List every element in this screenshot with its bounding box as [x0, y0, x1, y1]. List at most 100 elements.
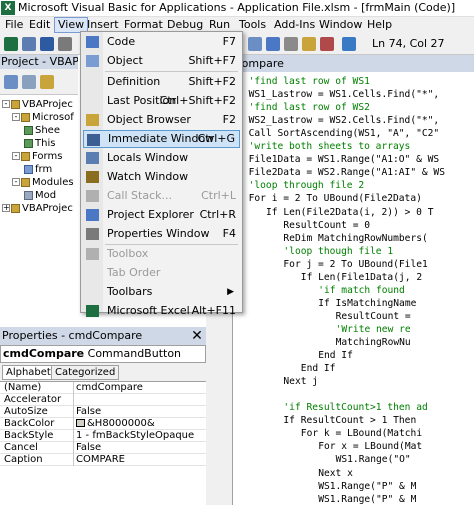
- code-line[interactable]: End If: [301, 363, 336, 376]
- code-comment-line[interactable]: 'Write new re: [336, 324, 411, 337]
- procedure-dropdown[interactable]: Compare: [232, 55, 474, 72]
- tree-node[interactable]: Shee: [24, 124, 60, 137]
- code-line[interactable]: ResultCount = 0: [283, 220, 370, 233]
- code-line[interactable]: WS1_Lastrow = WS1.Cells.Find("*",: [249, 89, 445, 102]
- menu-window[interactable]: Window: [316, 17, 365, 33]
- menu-item-object[interactable]: Object Shift+F7: [83, 52, 240, 70]
- property-row[interactable]: (Name) cmdCompare: [0, 382, 206, 394]
- tree-node[interactable]: + VBAProjec: [2, 202, 73, 215]
- code-line[interactable]: If ResultCount > 1 Then: [283, 415, 416, 428]
- code-line[interactable]: Next x: [318, 468, 353, 481]
- collapse-icon[interactable]: -: [12, 113, 20, 121]
- menu-file[interactable]: File: [2, 17, 26, 33]
- tree-node[interactable]: - Microsof: [12, 111, 74, 124]
- code-line[interactable]: File2Data = WS2.Range("A1:AI" & WS: [249, 167, 445, 180]
- menu-item-immediate-window[interactable]: Immediate Window Ctrl+G: [83, 130, 240, 148]
- design-mode-icon[interactable]: [248, 37, 262, 51]
- tree-node[interactable]: - Modules: [12, 176, 74, 189]
- code-line[interactable]: Call SortAscending(WS1, "A", "C2": [249, 128, 440, 141]
- code-comment-line[interactable]: 'if match found: [318, 285, 405, 298]
- menu-item-project-explorer[interactable]: Project Explorer Ctrl+R: [83, 206, 240, 224]
- code-editor[interactable]: 'find last row of WS1 WS1_Lastrow = WS1.C…: [232, 72, 474, 505]
- property-row[interactable]: BackColor &H8000000&: [0, 418, 206, 430]
- vba-project-icon: [11, 203, 20, 213]
- folder-icon: [21, 112, 30, 122]
- code-line[interactable]: WS1.Range("P" & M: [318, 481, 416, 494]
- menu-item-properties-window[interactable]: Properties Window F4: [83, 225, 240, 243]
- code-line[interactable]: If IsMatchingName: [318, 298, 416, 311]
- code-line[interactable]: WS2_Lastrow = WS2.Cells.Find("*",: [249, 115, 445, 128]
- code-line[interactable]: WS1.Range("O": [336, 454, 411, 467]
- property-row[interactable]: Accelerator: [0, 394, 206, 406]
- menu-separator: [105, 244, 238, 245]
- save-icon[interactable]: [40, 37, 54, 51]
- excel-view-icon[interactable]: [4, 37, 18, 51]
- properties-tool-icon[interactable]: [284, 37, 298, 51]
- menu-item-locals-window[interactable]: Locals Window: [83, 149, 240, 167]
- code-line[interactable]: If Len(File2Data(i, 2)) > 0 T: [266, 207, 434, 220]
- view-code-icon[interactable]: [4, 75, 18, 89]
- code-line[interactable]: MatchingRowNu: [336, 337, 411, 350]
- property-row[interactable]: Caption COMPARE: [0, 454, 206, 466]
- collapse-icon[interactable]: -: [2, 100, 10, 108]
- project-explorer-title: Project - VBAProje: [0, 55, 78, 69]
- workbook-icon: [24, 138, 33, 148]
- menu-separator: [105, 71, 238, 72]
- menu-item-code[interactable]: Code F7: [83, 33, 240, 51]
- collapse-icon[interactable]: -: [12, 178, 20, 186]
- expand-icon[interactable]: +: [2, 204, 10, 212]
- collapse-icon[interactable]: -: [12, 152, 20, 160]
- window-title: Microsoft Visual Basic for Applications …: [18, 1, 456, 14]
- properties-grid: (Name) cmdCompare Accelerator AutoSize Fal…: [0, 381, 206, 505]
- code-line[interactable]: WS1.Range("P" & M: [318, 494, 416, 505]
- property-row[interactable]: AutoSize False: [0, 406, 206, 418]
- menu-item-last-position[interactable]: Last Position Ctrl+Shift+F2: [83, 92, 240, 110]
- code-comment-line[interactable]: 'if ResultCount>1 then ad: [283, 402, 427, 415]
- code-line[interactable]: ResultCount =: [336, 311, 411, 324]
- code-comment-line[interactable]: 'loop through file 2: [249, 180, 365, 193]
- menu-item-definition[interactable]: Definition Shift+F2: [83, 73, 240, 91]
- code-line[interactable]: For i = 2 To UBound(File2Data): [249, 193, 422, 206]
- code-line[interactable]: If Len(File1Data(j, 2: [301, 272, 422, 285]
- tree-node[interactable]: - Forms: [12, 150, 62, 163]
- code-line[interactable]: End If: [318, 350, 353, 363]
- property-row[interactable]: Cancel False: [0, 442, 206, 454]
- tree-node[interactable]: Mod: [24, 189, 56, 202]
- code-line[interactable]: ReDim MatchingRowNumbers(: [283, 233, 427, 246]
- menu-item-microsoft-excel[interactable]: Microsoft Excel Alt+F11: [83, 302, 240, 320]
- toolbox-tool-icon[interactable]: [320, 37, 334, 51]
- toggle-folders-icon[interactable]: [40, 75, 54, 89]
- code-comment-line[interactable]: 'write both sheets to arrays: [249, 141, 411, 154]
- cut-icon[interactable]: [58, 37, 72, 51]
- folder-icon: [21, 177, 30, 187]
- help-tool-icon[interactable]: [342, 37, 356, 51]
- insert-userform-icon[interactable]: [22, 37, 36, 51]
- tree-node[interactable]: This: [24, 137, 55, 150]
- menu-edit[interactable]: Edit: [26, 17, 53, 33]
- object-browser-tool-icon[interactable]: [302, 37, 316, 51]
- object-selector[interactable]: cmdCompare CommandButton: [0, 345, 206, 363]
- property-row[interactable]: BackStyle 1 - fmBackStyleOpaque: [0, 430, 206, 442]
- menu-item-call-stack: Call Stack... Ctrl+L: [83, 187, 240, 205]
- menu-item-object-browser[interactable]: Object Browser F2: [83, 111, 240, 129]
- view-object-icon[interactable]: [22, 75, 36, 89]
- code-icon: [86, 36, 99, 48]
- menu-item-watch-window[interactable]: Watch Window: [83, 168, 240, 186]
- menu-item-toolbars[interactable]: Toolbars ▶: [83, 283, 240, 301]
- project-explorer-toolbar: [0, 69, 78, 95]
- menu-add-ins[interactable]: Add-Ins: [271, 17, 318, 33]
- code-comment-line[interactable]: 'find last row of WS2: [249, 102, 370, 115]
- code-line[interactable]: File1Data = WS1.Range("A1:O" & WS: [249, 154, 440, 167]
- menu-help[interactable]: Help: [364, 17, 395, 33]
- code-line[interactable]: Next j: [283, 376, 318, 389]
- close-icon[interactable]: ✕: [189, 327, 205, 345]
- tab-categorized[interactable]: Categorized: [51, 365, 120, 380]
- code-comment-line[interactable]: 'find last row of WS1: [249, 76, 370, 89]
- code-line[interactable]: For j = 2 To UBound(File1: [283, 259, 427, 272]
- tree-node[interactable]: frm: [24, 163, 52, 176]
- code-line[interactable]: For x = LBound(Mat: [318, 441, 422, 454]
- project-explorer-tool-icon[interactable]: [266, 37, 280, 51]
- tree-node[interactable]: - VBAProjec: [2, 98, 73, 111]
- code-comment-line[interactable]: 'loop though file 1: [283, 246, 393, 259]
- code-line[interactable]: For k = LBound(Matchi: [301, 428, 422, 441]
